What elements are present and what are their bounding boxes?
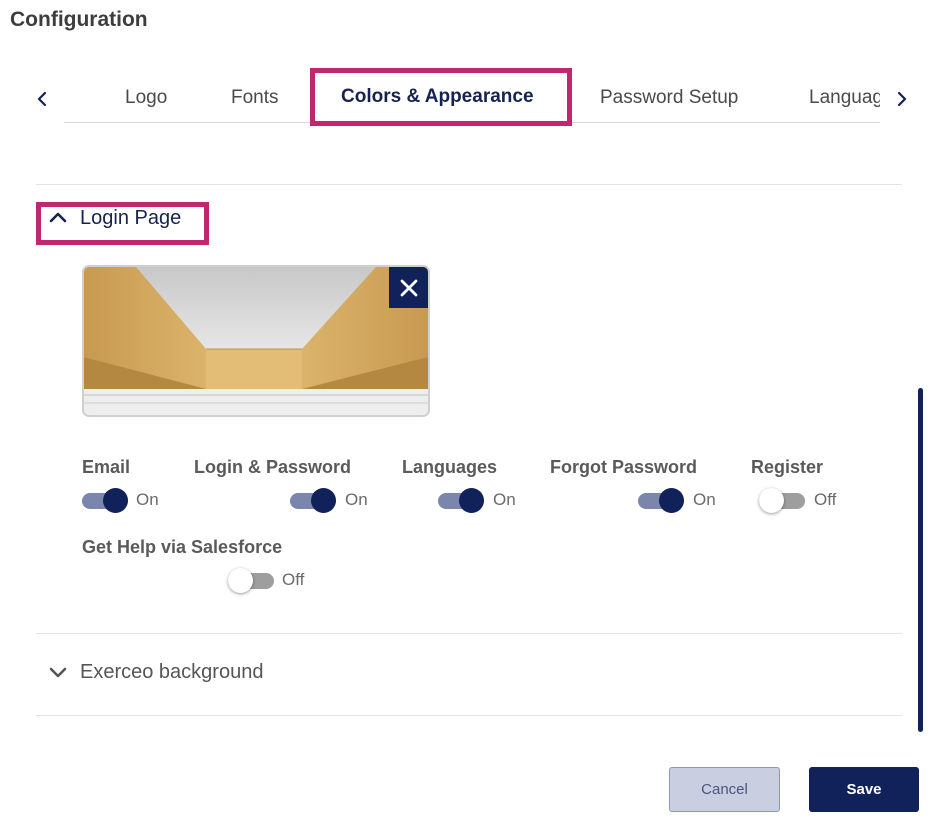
exerceo-background-section-title: Exerceo background: [80, 660, 264, 683]
forgot-password-switch[interactable]: [638, 487, 684, 513]
languages-switch[interactable]: [438, 487, 484, 513]
tab-prev-button[interactable]: [30, 84, 54, 114]
tab-logo[interactable]: Logo: [125, 68, 167, 124]
vertical-scrollbar[interactable]: [918, 388, 923, 732]
section-divider: [36, 184, 902, 185]
tab-fonts[interactable]: Fonts: [231, 68, 279, 124]
get-help-switch[interactable]: [228, 567, 274, 593]
email-switch[interactable]: [82, 487, 128, 513]
toggle-label-get-help: Get Help via Salesforce: [82, 537, 283, 557]
toggle-label-email: Email: [82, 457, 131, 477]
toggle-label-register: Register: [751, 457, 824, 477]
tab-password-setup[interactable]: Password Setup: [600, 68, 738, 124]
login-background-image: [82, 265, 430, 417]
toggle-state-languages: On: [493, 490, 516, 509]
section-divider: [36, 633, 902, 634]
toggle-state-get-help: Off: [282, 570, 305, 589]
tab-next-button[interactable]: [890, 84, 914, 114]
tab-languages[interactable]: Languages: [809, 68, 880, 124]
remove-image-button[interactable]: [389, 267, 428, 308]
toggle-label-forgot-password: Forgot Password: [550, 457, 698, 477]
login-page-section-header[interactable]: Login Page: [46, 206, 181, 230]
toggle-state-register: Off: [814, 490, 837, 509]
tab-bar-baseline: [64, 122, 880, 123]
toggle-state-email: On: [136, 490, 159, 509]
tab-colors-appearance[interactable]: Colors & Appearance: [341, 68, 534, 124]
login-password-switch[interactable]: [290, 487, 336, 513]
cancel-button[interactable]: Cancel: [669, 767, 780, 812]
section-divider: [36, 715, 902, 716]
save-button[interactable]: Save: [809, 767, 919, 812]
exerceo-background-section-header[interactable]: Exerceo background: [46, 660, 263, 684]
login-page-section-title: Login Page: [80, 206, 182, 229]
toggle-label-login-password: Login & Password: [194, 457, 352, 477]
close-icon: [400, 279, 417, 296]
chevron-right-icon: [897, 91, 907, 107]
toggle-state-login-password: On: [345, 490, 368, 509]
register-switch[interactable]: [759, 487, 805, 513]
chevron-down-icon: [46, 660, 70, 684]
page-title: Configuration: [10, 8, 148, 31]
toggle-state-forgot-password: On: [693, 490, 716, 509]
tab-bar: Logo Fonts Colors & Appearance Password …: [64, 68, 880, 124]
toggle-label-languages: Languages: [402, 457, 498, 477]
chevron-up-icon: [46, 206, 70, 230]
chevron-left-icon: [37, 91, 47, 107]
